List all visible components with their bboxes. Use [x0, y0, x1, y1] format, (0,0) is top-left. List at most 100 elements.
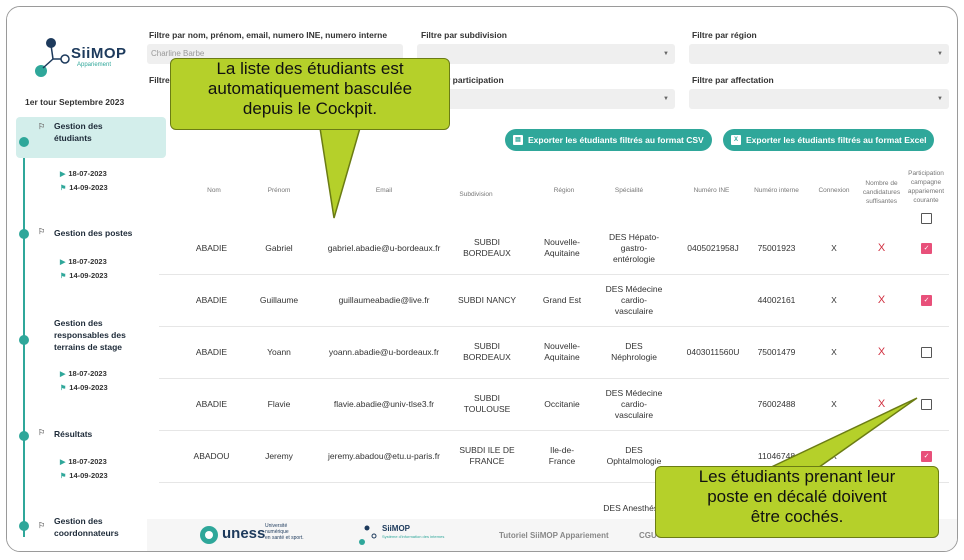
- cell-connexion: X: [831, 294, 837, 305]
- timeline-dot: [19, 137, 29, 147]
- flag-icon: ⚐: [38, 521, 46, 530]
- column-header-nom[interactable]: Nom: [199, 187, 229, 194]
- cell-nom: ABADOU: [193, 450, 230, 461]
- export-csv-button[interactable]: ▤ Exporter les étudiants filtrés au forma…: [505, 129, 712, 151]
- round-label: 1er tour Septembre 2023: [25, 97, 125, 107]
- column-header-subdivision[interactable]: Subdivision: [451, 191, 501, 198]
- start-date: ▶ 18-07-2023: [60, 257, 107, 266]
- cell-prenom: Jeremy: [265, 450, 293, 461]
- export-excel-label: Exporter les étudiants filtrés au format…: [746, 135, 927, 145]
- export-excel-button[interactable]: X Exporter les étudiants filtrés au forma…: [723, 129, 935, 151]
- cell-subdivision: SUBDI BORDEAUX: [463, 237, 511, 258]
- start-date: ▶ 18-07-2023: [60, 169, 107, 178]
- cell-subdivision: SUBDI TOULOUSE: [463, 393, 511, 414]
- excel-file-icon: X: [731, 135, 741, 145]
- sidebar-item-supervisors[interactable]: Gestion des responsables des terrains de s…: [16, 317, 166, 357]
- cell-cand: X: [877, 345, 886, 358]
- cell-region: Nouvelle- Aquitaine: [544, 237, 580, 258]
- end-date: ⚑ 14-09-2023: [60, 383, 108, 392]
- column-header-interne[interactable]: Numéro interne: [749, 187, 804, 194]
- sidebar-item-students[interactable]: ⚐ Gestion des étudiants: [16, 117, 166, 158]
- participation-checkbox[interactable]: ✓: [921, 295, 932, 306]
- cell-region: Grand Est: [542, 294, 582, 305]
- cell-subdivision: SUBDI NANCY: [457, 294, 517, 305]
- column-header-prenom[interactable]: Prénom: [259, 187, 299, 194]
- cell-connexion: X: [831, 346, 837, 357]
- sidebar-item-label: Gestion des: [54, 121, 103, 131]
- flag-icon: ⚐: [38, 428, 46, 437]
- sidebar-item-results[interactable]: ⚐ Résultats: [16, 428, 166, 442]
- filter-region-label: Filtre par région: [692, 30, 757, 40]
- end-date: ⚑ 14-09-2023: [60, 183, 108, 192]
- callout-bottom-line: être cochés.: [750, 507, 844, 526]
- flag-icon: ⚐: [38, 227, 46, 236]
- cell-ine: [679, 378, 747, 430]
- cell-connexion: X: [831, 242, 837, 253]
- callout-top-line: depuis le Cockpit.: [242, 99, 378, 118]
- siimop-footer-subtitle: Système d'information des internes: [382, 534, 445, 539]
- table-row: ABADIE Yoann yoann.abadie@u-bordeaux.fr SUB…: [159, 326, 949, 379]
- cell-prenom: Flavie: [267, 398, 291, 409]
- siimop-logo-icon: [35, 38, 70, 77]
- cell-subdivision: SUBDI BORDEAUX: [463, 341, 511, 362]
- cell-region: Ile-de- France: [548, 445, 576, 466]
- participation-checkbox[interactable]: ✓: [921, 451, 932, 462]
- cell-email: yoann.abadie@u-bordeaux.fr: [328, 346, 440, 357]
- participation-checkbox[interactable]: [921, 399, 932, 410]
- start-date: ▶ 18-07-2023: [60, 369, 107, 378]
- cell-email: gabriel.abadie@u-bordeaux.fr: [327, 242, 441, 253]
- play-icon: ▶: [60, 459, 66, 466]
- cell-email: flavie.abadie@univ-tlse3.fr: [333, 398, 435, 409]
- sidebar-item-label: terrains de stage: [54, 342, 123, 352]
- cell-specialite: DES Médecine cardio-vasculaire: [605, 387, 663, 420]
- play-icon: ▶: [60, 171, 66, 178]
- cell-ine: [679, 274, 747, 326]
- sidebar-item-coordinators[interactable]: ⚐ Gestion des coordonnateurs: [16, 515, 166, 541]
- callout-bottom-line: poste en décalé doivent: [707, 487, 887, 506]
- cell-specialite: DES Médecine cardio-vasculaire: [605, 283, 663, 316]
- filter-participation-label: r participation: [447, 75, 504, 85]
- end-date: ⚑ 14-09-2023: [60, 471, 108, 480]
- chevron-down-icon: ▼: [937, 51, 943, 57]
- column-header-region[interactable]: Région: [544, 187, 584, 194]
- column-header-candidatures[interactable]: Nombre de candidatures suffisantes: [859, 179, 904, 206]
- cell-cand: X: [877, 293, 886, 306]
- cell-email: guillaumeabadie@live.fr: [338, 294, 430, 305]
- flag-icon: ⚑: [60, 473, 67, 480]
- column-header-connexion[interactable]: Connexion: [814, 187, 854, 194]
- filter-region-select[interactable]: ▼: [689, 44, 949, 64]
- participation-checkbox[interactable]: ✓: [921, 243, 932, 254]
- cell-connexion: X: [831, 398, 837, 409]
- sidebar-item-label: Gestion des postes: [54, 228, 133, 238]
- chevron-down-icon: ▼: [663, 96, 669, 102]
- filter-subdivision-label: Filtre par subdivision: [421, 30, 507, 40]
- cell-nom: ABADIE: [195, 294, 228, 305]
- filter-affectation-select[interactable]: ▼: [689, 89, 949, 109]
- callout-bottom-line: Les étudiants prenant leur: [698, 467, 896, 486]
- chevron-down-icon: ▼: [663, 51, 669, 57]
- sidebar-item-label: responsables des: [54, 330, 126, 340]
- flag-icon: ⚐: [38, 122, 46, 131]
- column-header-specialite[interactable]: Spécialité: [604, 187, 654, 194]
- callout-top-line: La liste des étudiants est: [216, 59, 404, 78]
- siimop-footer-logo-text: SiiMOP: [382, 524, 411, 533]
- column-header-email[interactable]: Email: [364, 187, 404, 194]
- cell-specialite: DES Néphrologie: [611, 341, 657, 362]
- column-header-participation[interactable]: Participation campagne appariement courante: [904, 169, 948, 205]
- callout-top-line: automatiquement basculée: [207, 79, 413, 98]
- filter-affectation-label: Filtre par affectation: [692, 75, 774, 85]
- tutorial-link[interactable]: Tutoriel SiiMOP Appariement: [499, 531, 609, 540]
- filter-subdivision-select[interactable]: ▼: [417, 44, 675, 64]
- sidebar-item-label: Résultats: [54, 429, 93, 439]
- flag-icon: ⚑: [60, 273, 67, 280]
- column-header-ine[interactable]: Numéro INE: [689, 187, 734, 194]
- participation-checkbox[interactable]: [921, 347, 932, 358]
- cell-email: jeremy.abadou@etu.u-paris.fr: [328, 450, 440, 461]
- siimop-footer-logo-icon: [359, 525, 377, 545]
- table-row: ABADIE Guillaume guillaumeabadie@live.fr SU…: [159, 274, 949, 327]
- end-date: ⚑ 14-09-2023: [60, 271, 108, 280]
- sidebar-item-positions[interactable]: ⚐ Gestion des postes: [16, 227, 166, 241]
- filter-participation-select[interactable]: ▼: [417, 89, 675, 109]
- cell-cand: X: [877, 397, 886, 410]
- uness-logo-subtitle: Université numérique en santé et sport.: [265, 523, 304, 541]
